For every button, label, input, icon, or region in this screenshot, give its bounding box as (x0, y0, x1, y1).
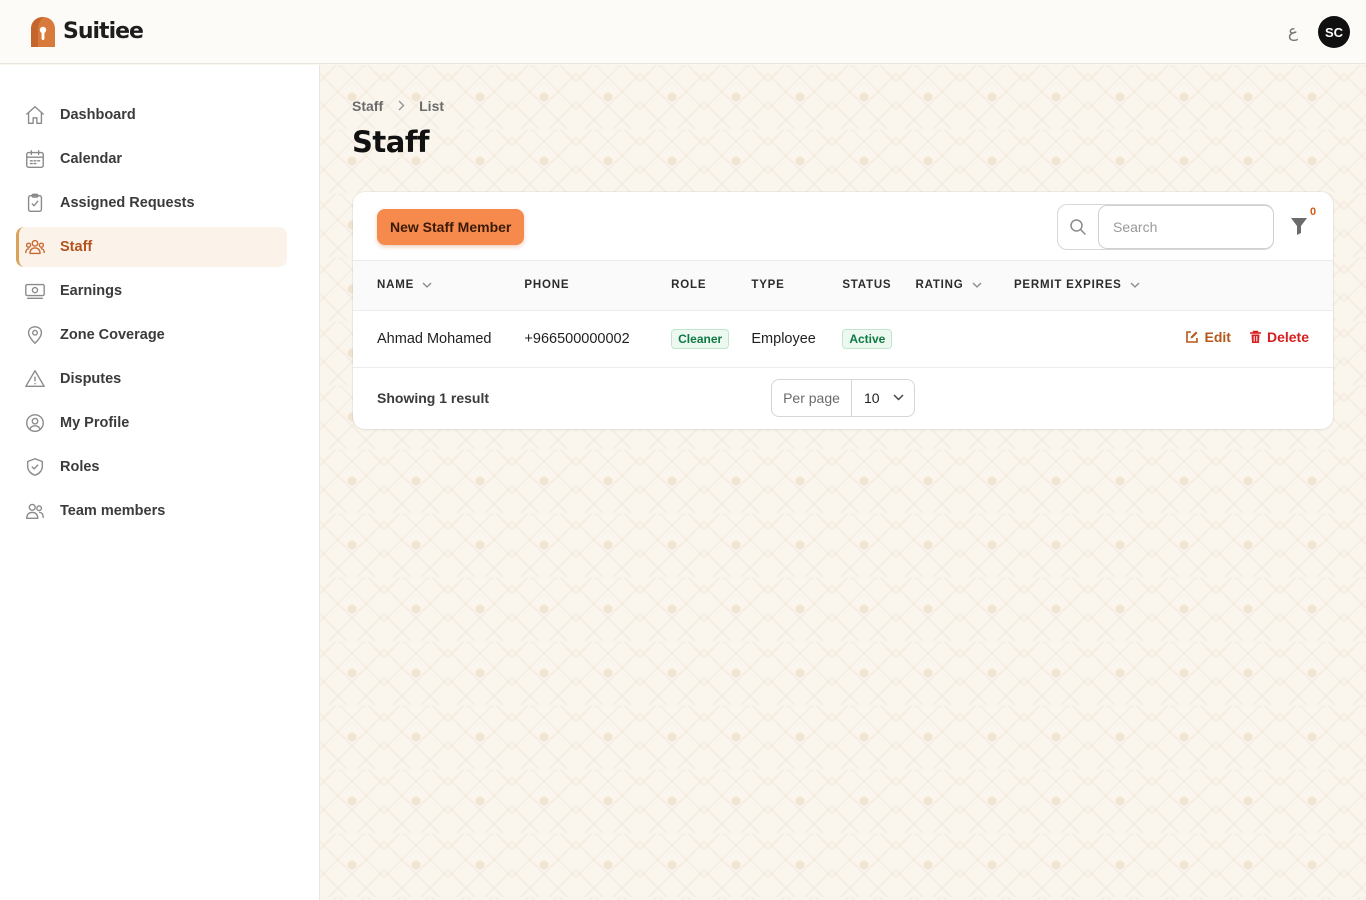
user-group-icon (25, 239, 45, 255)
delete-button[interactable]: Delete (1249, 329, 1309, 345)
shield-check-icon (26, 458, 44, 476)
table-toolbar: New Staff Member 0 (353, 192, 1333, 261)
cell-rating (915, 310, 1013, 367)
per-page-selected: 10 (864, 389, 880, 406)
search-input[interactable] (1098, 205, 1274, 249)
pencil-square-icon (1186, 331, 1199, 343)
column-header-status: STATUS (842, 261, 915, 310)
delete-label: Delete (1266, 329, 1309, 345)
table-footer: Showing 1 result Per page 10 (353, 368, 1333, 428)
sidebar-item-label: Team members (60, 503, 166, 519)
column-header-role: ROLE (671, 261, 751, 310)
column-header-label: ROLE (671, 279, 707, 292)
sidebar-item-calendar[interactable]: Calendar (16, 139, 287, 179)
sidebar-item-label: Assigned Requests (60, 195, 195, 211)
breadcrumb-item-list: List (419, 98, 445, 114)
status-badge: Active (842, 328, 893, 349)
trash-icon (1249, 330, 1261, 343)
top-bar: Suitiee ع SC (0, 0, 1366, 64)
cell-type: Employee (751, 330, 816, 347)
per-page-select[interactable]: Per page 10 (771, 378, 915, 417)
column-header-label: STATUS (842, 279, 892, 292)
filter-count-badge: 0 (1310, 206, 1317, 218)
role-badge: Cleaner (671, 328, 730, 349)
column-header-label: PHONE (524, 279, 570, 292)
column-header-actions (1171, 261, 1333, 310)
cell-permit-expires (1014, 310, 1172, 367)
top-right-controls: ع SC (1288, 16, 1350, 48)
search-icon (1058, 205, 1098, 249)
column-header-phone: PHONE (524, 261, 671, 310)
table-row: Ahmad Mohamed +966500000002 Cleaner Empl… (353, 310, 1333, 367)
breadcrumb-item-staff[interactable]: Staff (352, 98, 383, 114)
page-title: Staff (352, 125, 430, 159)
main-content: Staff List Staff New Staff Member 0 NAME (320, 65, 1366, 900)
sidebar-item-label: My Profile (60, 415, 130, 431)
sidebar-item-label: Roles (60, 459, 100, 475)
cell-actions: Edit Delete (1171, 310, 1333, 367)
sidebar: Dashboard Calendar Assigned Requests Sta… (0, 65, 320, 900)
brand-logo[interactable]: Suitiee (30, 16, 144, 48)
cash-icon (25, 283, 45, 300)
chevron-down-icon (893, 394, 904, 401)
sidebar-item-dashboard[interactable]: Dashboard (16, 95, 287, 135)
staff-table: NAME PHONE ROLE TYPE STATUS RATING PERMI… (353, 261, 1333, 368)
new-staff-member-button[interactable]: New Staff Member (377, 209, 525, 245)
column-header-label: RATING (915, 279, 964, 292)
sidebar-item-assigned-requests[interactable]: Assigned Requests (16, 183, 287, 223)
column-header-type: TYPE (751, 261, 842, 310)
sidebar-item-disputes[interactable]: Disputes (16, 359, 287, 399)
sidebar-item-my-profile[interactable]: My Profile (16, 403, 287, 443)
per-page-label: Per page (772, 379, 852, 416)
users-icon (26, 503, 44, 520)
column-header-label: NAME (377, 279, 415, 292)
home-icon (26, 106, 44, 124)
sidebar-item-zone-coverage[interactable]: Zone Coverage (16, 315, 287, 355)
column-header-label: TYPE (751, 279, 785, 292)
chevron-down-icon (972, 282, 981, 289)
cell-status: Active (842, 310, 915, 367)
chevron-down-icon (422, 282, 432, 289)
sidebar-item-label: Disputes (60, 371, 122, 387)
column-header-rating[interactable]: RATING (915, 261, 1013, 310)
per-page-value[interactable]: 10 (852, 390, 904, 406)
sidebar-item-label: Dashboard (60, 107, 136, 123)
chevron-down-icon (1130, 282, 1140, 289)
sidebar-item-earnings[interactable]: Earnings (16, 271, 287, 311)
column-header-label: PERMIT EXPIRES (1013, 279, 1122, 292)
calendar-icon (26, 150, 44, 168)
keyhole-logo-icon (31, 16, 55, 47)
column-header-permit-expires[interactable]: PERMIT EXPIRES (1014, 261, 1172, 310)
staff-table-card: New Staff Member 0 NAME PHONE ROLE TYPE (353, 192, 1333, 429)
sidebar-item-label: Staff (60, 239, 93, 255)
sidebar-item-staff[interactable]: Staff (16, 227, 287, 267)
sidebar-item-label: Zone Coverage (60, 327, 165, 343)
cell-name: Ahmad Mohamed (377, 330, 492, 347)
cell-role: Cleaner (671, 310, 751, 367)
warning-triangle-icon (25, 370, 45, 388)
brand-name: Suitiee (63, 19, 144, 44)
map-pin-icon (27, 326, 43, 344)
language-toggle[interactable]: ع (1288, 22, 1298, 42)
user-avatar[interactable]: SC (1318, 16, 1350, 48)
search-box (1057, 204, 1274, 250)
column-header-name[interactable]: NAME (353, 261, 524, 310)
edit-label: Edit (1204, 329, 1231, 345)
clipboard-check-icon (27, 193, 43, 212)
sidebar-item-label: Earnings (60, 283, 123, 299)
table-header-row: NAME PHONE ROLE TYPE STATUS RATING PERMI… (353, 261, 1333, 310)
edit-button[interactable]: Edit (1185, 329, 1231, 345)
breadcrumb: Staff List (352, 98, 444, 114)
cell-phone: +966500000002 (524, 330, 630, 347)
result-count: Showing 1 result (377, 389, 490, 406)
user-circle-icon (26, 414, 44, 432)
sidebar-item-team-members[interactable]: Team members (16, 491, 287, 531)
sidebar-item-label: Calendar (60, 151, 123, 167)
sidebar-item-roles[interactable]: Roles (16, 447, 287, 487)
filter-icon[interactable] (1290, 216, 1308, 236)
chevron-right-icon (397, 98, 405, 114)
